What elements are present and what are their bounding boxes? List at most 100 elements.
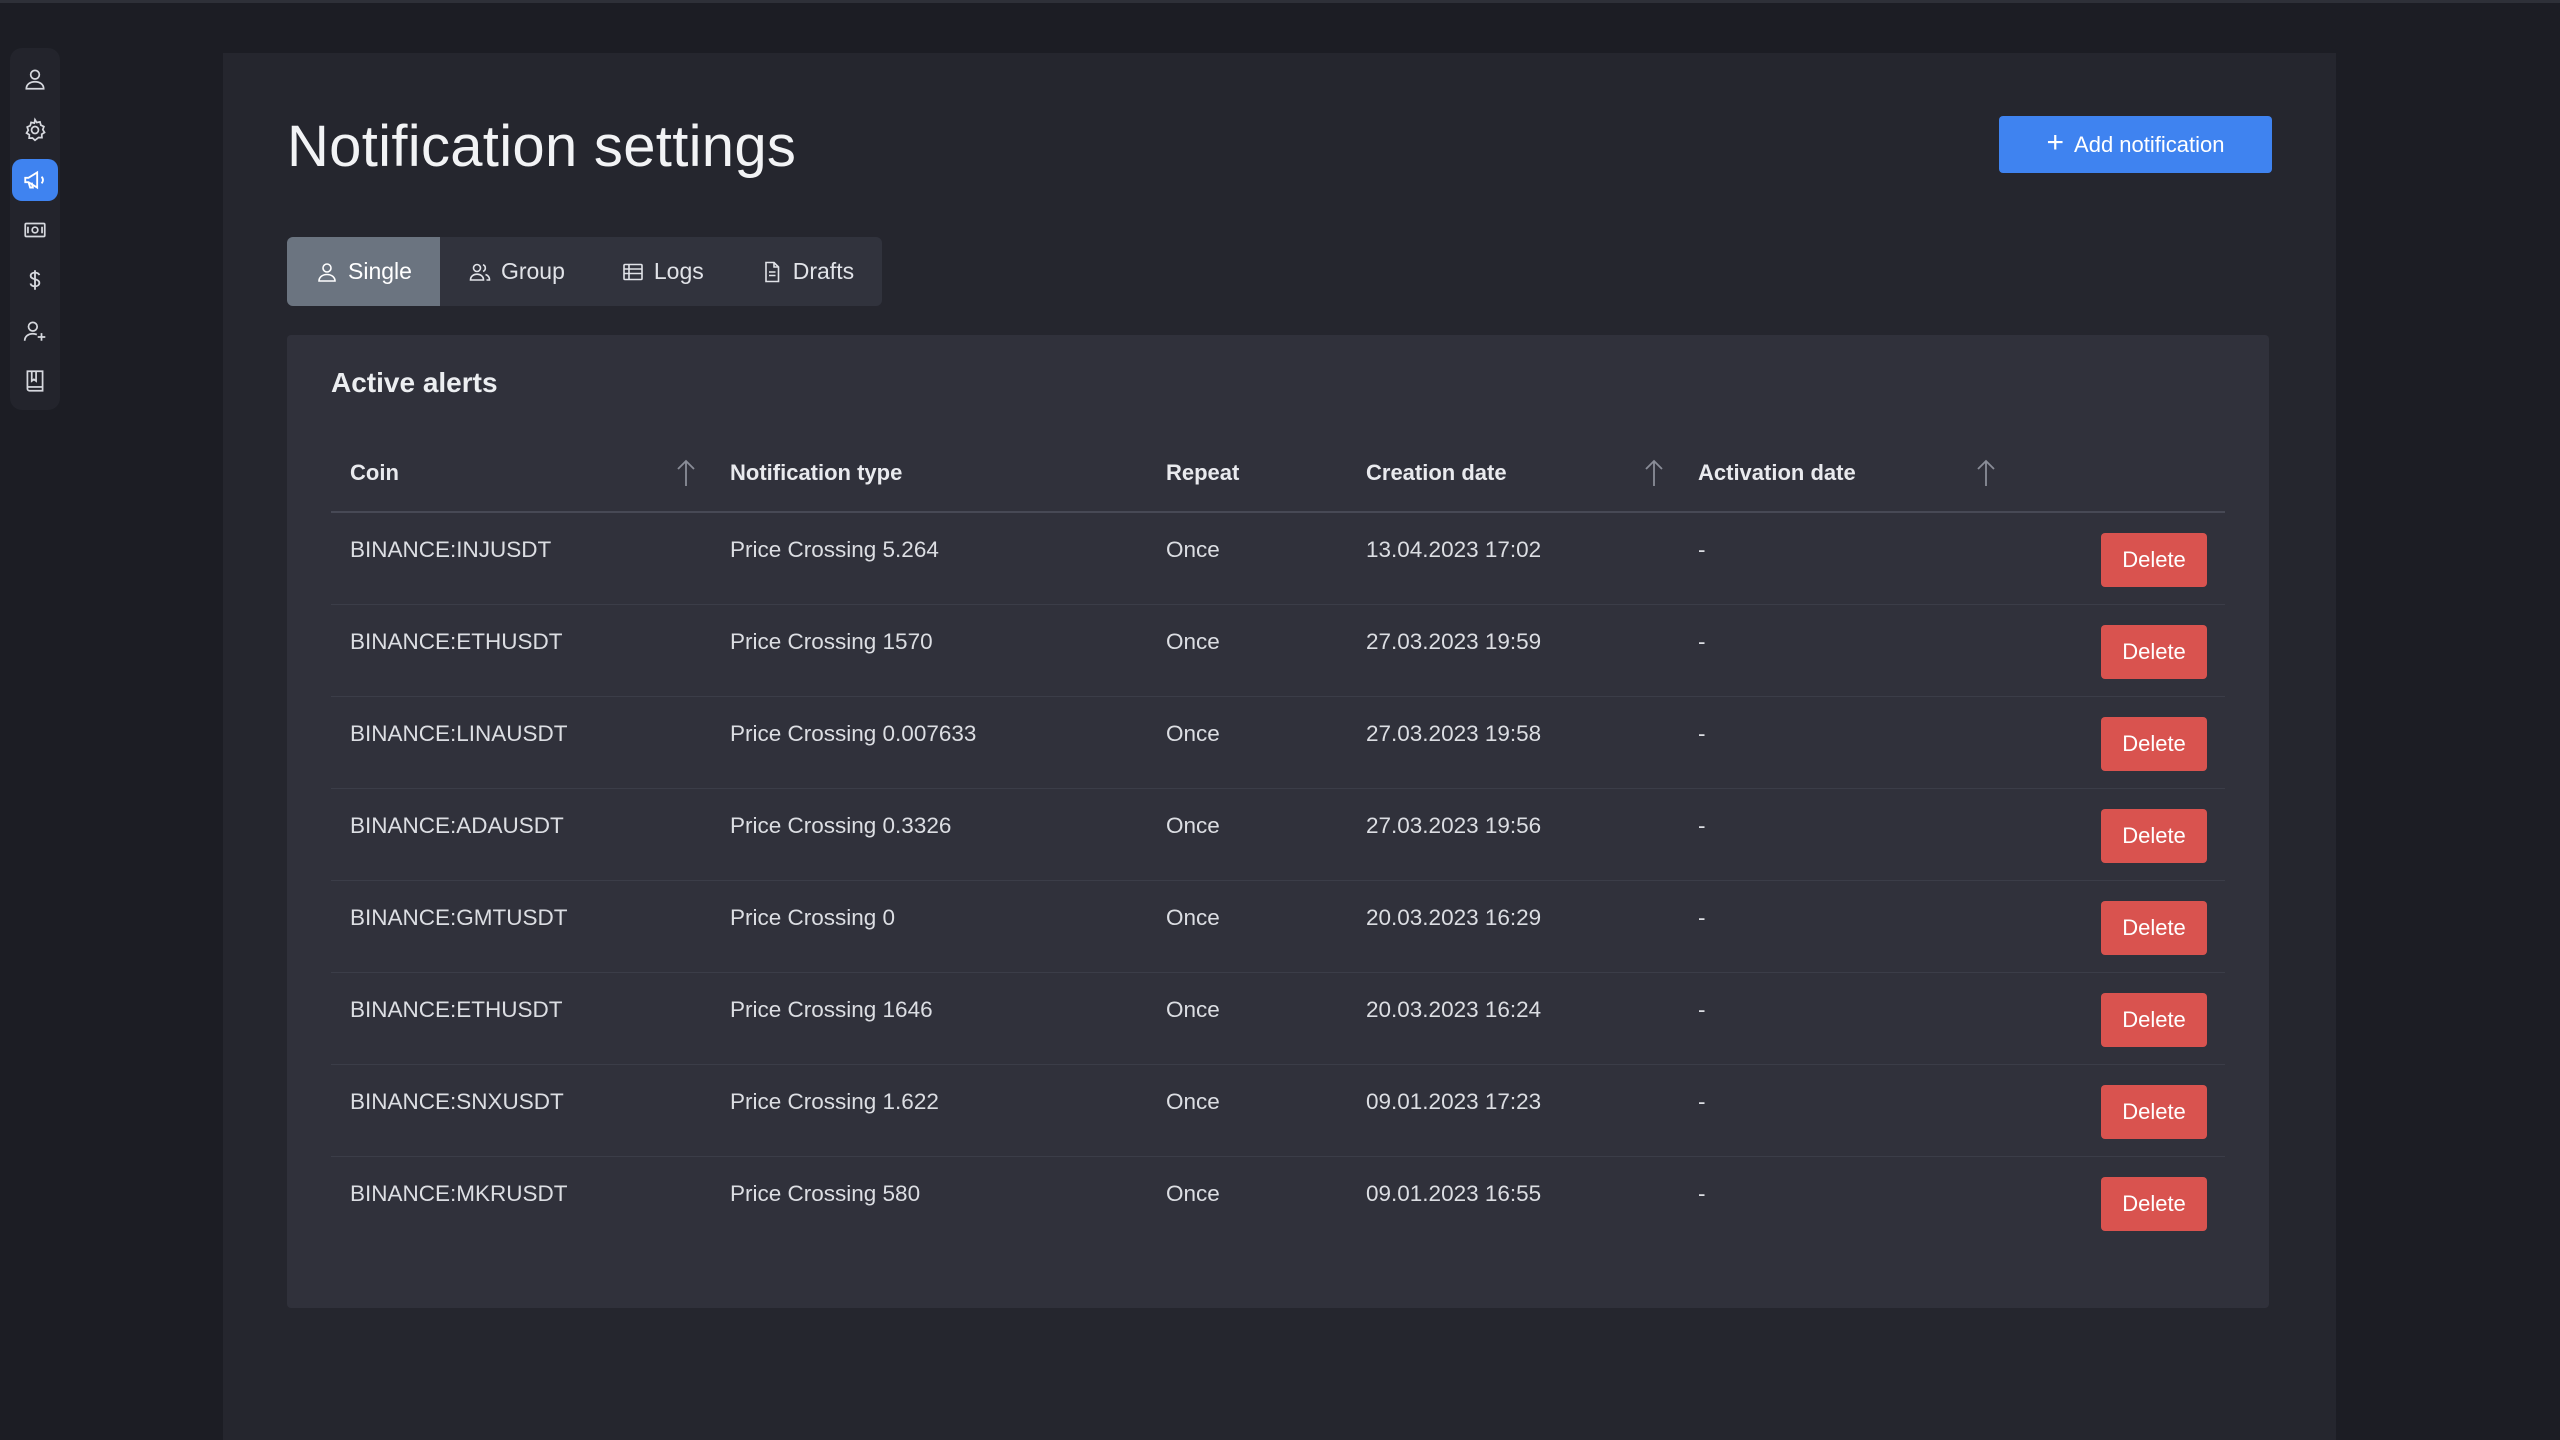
cell-coin: BINANCE:ETHUSDT [350,997,563,1022]
cell-actions: Delete [2011,513,2225,587]
delete-button[interactable]: Delete [2101,625,2207,679]
table-row: BINANCE:GMTUSDT Price Crossing 0 Once 20.03… [331,881,2225,973]
sort-arrow-icon[interactable] [1975,458,1997,488]
cell-repeat: Once [1166,905,1220,930]
cell-repeat: Once [1166,629,1220,654]
cell-notification-type: Price Crossing 0.007633 [730,721,977,746]
add-notification-label: Add notification [2074,131,2225,157]
cell-creation-date: 13.04.2023 17:02 [1366,537,1542,562]
column-creation-date[interactable]: Creation date [1347,458,1679,488]
cell-creation-date: 09.01.2023 16:55 [1366,1181,1542,1206]
banknote-icon [24,222,46,238]
cell-actions: Delete [2011,881,2225,955]
cell-repeat: Once [1166,721,1220,746]
column-notification-type: Notification type [711,460,1147,486]
cell-creation-date: 20.03.2023 16:29 [1366,905,1542,930]
table-header: Coin Notification type Repeat Creation d… [331,435,2225,513]
column-actions [2011,463,2225,483]
column-activation-date[interactable]: Activation date [1679,458,2011,488]
column-coin[interactable]: Coin [331,458,711,488]
table-row: BINANCE:ETHUSDT Price Crossing 1646 Once 20… [331,973,2225,1065]
cell-coin: BINANCE:ETHUSDT [350,629,563,654]
sidebar [10,48,60,410]
tab-bar: Single Group Logs Drafts [287,237,883,306]
cell-coin: BINANCE:LINAUSDT [350,721,568,746]
cell-notification-type: Price Crossing 580 [730,1181,921,1206]
cell-actions: Delete [2011,1157,2225,1231]
column-label: Coin [350,460,399,485]
cell-activation-date: - [1698,905,1706,930]
document-icon [764,261,780,282]
column-label: Activation date [1698,460,1856,485]
cell-actions: Delete [2011,789,2225,863]
delete-button[interactable]: Delete [2101,717,2207,771]
table-row: BINANCE:ADAUSDT Price Crossing 0.3326 Once… [331,789,2225,881]
cell-activation-date: - [1698,813,1706,838]
cell-coin: BINANCE:MKRUSDT [350,1181,568,1206]
active-alerts-card: Active alerts Coin Notification type Rep… [287,335,2269,1308]
sort-arrow-icon[interactable] [675,458,697,488]
sidebar-item-settings[interactable] [12,108,58,151]
cell-notification-type: Price Crossing 1.622 [730,1089,939,1114]
sidebar-item-billing[interactable] [12,259,58,302]
megaphone-icon [24,170,44,190]
cell-activation-date: - [1698,537,1706,562]
tab-group[interactable]: Group [440,237,593,306]
cell-actions: Delete [2011,605,2225,679]
cell-activation-date: - [1698,1089,1706,1114]
table-row: BINANCE:ETHUSDT Price Crossing 1570 Once 27… [331,605,2225,697]
cell-notification-type: Price Crossing 1646 [730,997,933,1022]
add-notification-button[interactable]: + Add notification [1999,116,2272,173]
cell-notification-type: Price Crossing 0.3326 [730,813,952,838]
table-row: BINANCE:LINAUSDT Price Crossing 0.007633 O… [331,697,2225,789]
gear-icon [25,116,46,142]
column-repeat: Repeat [1147,460,1347,486]
tab-drafts[interactable]: Drafts [732,237,882,306]
cell-repeat: Once [1166,537,1220,562]
delete-button[interactable]: Delete [2101,901,2207,955]
sidebar-item-notifications[interactable] [12,158,58,202]
delete-button[interactable]: Delete [2101,1177,2207,1231]
user-icon [25,69,45,90]
sort-arrow-icon[interactable] [1643,458,1665,488]
sidebar-item-profile[interactable] [12,58,58,101]
top-border [0,0,2560,3]
list-icon [623,263,643,280]
delete-button[interactable]: Delete [2101,533,2207,587]
cell-repeat: Once [1166,1181,1220,1206]
cell-creation-date: 27.03.2023 19:56 [1366,813,1542,838]
dollar-icon [29,270,41,291]
table-row: BINANCE:SNXUSDT Price Crossing 1.622 Once 0… [331,1065,2225,1157]
cell-actions: Delete [2011,973,2225,1047]
tab-label: Drafts [792,258,855,284]
delete-button[interactable]: Delete [2101,993,2207,1047]
cell-repeat: Once [1166,1089,1220,1114]
tab-logs[interactable]: Logs [593,237,732,306]
cell-activation-date: - [1698,1181,1706,1206]
cell-coin: BINANCE:INJUSDT [350,537,552,562]
sidebar-item-docs[interactable] [12,360,58,403]
card-title: Active alerts [331,367,498,398]
tab-label: Single [348,258,412,284]
cell-actions: Delete [2011,1065,2225,1139]
table-row: BINANCE:MKRUSDT Price Crossing 580 Once 09.… [331,1157,2225,1249]
tab-label: Group [500,258,565,284]
cell-creation-date: 27.03.2023 19:59 [1366,629,1542,654]
alerts-table: Coin Notification type Repeat Creation d… [331,435,2225,1249]
column-label: Creation date [1366,460,1507,485]
sidebar-item-payments[interactable] [12,209,58,252]
cell-actions: Delete [2011,697,2225,771]
cell-notification-type: Price Crossing 1570 [730,629,933,654]
tab-single[interactable]: Single [287,237,440,306]
cell-repeat: Once [1166,813,1220,838]
cell-coin: BINANCE:SNXUSDT [350,1089,564,1114]
main-panel: Notification settings + Add notification… [223,53,2336,1440]
delete-button[interactable]: Delete [2101,1085,2207,1139]
group-icon [469,263,491,281]
book-icon [26,370,44,392]
cell-notification-type: Price Crossing 0 [730,905,896,930]
delete-button[interactable]: Delete [2101,809,2207,863]
table-body: BINANCE:INJUSDT Price Crossing 5.264 Once 1… [331,513,2225,1249]
sidebar-item-invite[interactable] [12,309,58,352]
cell-activation-date: - [1698,629,1706,654]
